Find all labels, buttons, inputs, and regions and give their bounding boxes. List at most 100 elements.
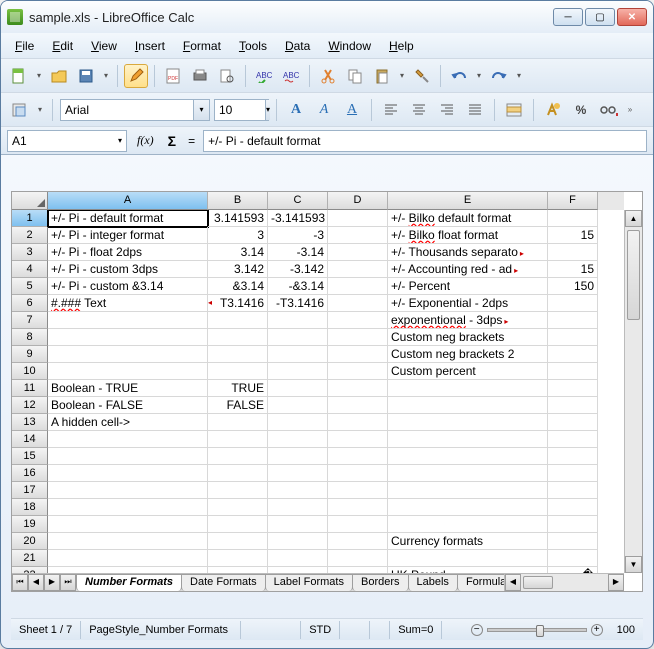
cell-F1[interactable] bbox=[548, 210, 598, 227]
chevron-down-icon[interactable]: ▾ bbox=[193, 100, 209, 120]
minimize-button[interactable]: ─ bbox=[553, 8, 583, 26]
cell-F11[interactable] bbox=[548, 380, 598, 397]
new-doc-icon[interactable] bbox=[7, 64, 31, 88]
cell-A12[interactable]: Boolean - FALSE bbox=[48, 397, 208, 414]
cell-B6[interactable]: ◂T3.1416 bbox=[208, 295, 268, 312]
cell-A13[interactable]: A hidden cell-> bbox=[48, 414, 208, 431]
cell-E13[interactable] bbox=[388, 414, 548, 431]
cell-D2[interactable] bbox=[328, 227, 388, 244]
cell-B16[interactable] bbox=[208, 465, 268, 482]
cell-B11[interactable]: TRUE bbox=[208, 380, 268, 397]
menu-tools[interactable]: Tools bbox=[231, 36, 275, 56]
sum-icon[interactable]: Σ bbox=[164, 133, 180, 149]
cell-F21[interactable] bbox=[548, 550, 598, 567]
cell-B17[interactable] bbox=[208, 482, 268, 499]
percent-icon[interactable]: % bbox=[569, 98, 593, 122]
cell-A21[interactable] bbox=[48, 550, 208, 567]
row-header[interactable]: 17 bbox=[12, 482, 48, 499]
cell-F3[interactable] bbox=[548, 244, 598, 261]
paste-icon[interactable] bbox=[370, 64, 394, 88]
cell-A10[interactable] bbox=[48, 363, 208, 380]
cell-C6[interactable]: -T3.1416 bbox=[268, 295, 328, 312]
cell-D8[interactable] bbox=[328, 329, 388, 346]
cell-F9[interactable] bbox=[548, 346, 598, 363]
close-button[interactable]: ✕ bbox=[617, 8, 647, 26]
cell-E11[interactable] bbox=[388, 380, 548, 397]
titlebar[interactable]: sample.xls - LibreOffice Calc ─ ▢ ✕ bbox=[1, 1, 653, 33]
zoom-value[interactable]: 100 bbox=[609, 621, 643, 639]
align-justify-icon[interactable] bbox=[463, 98, 487, 122]
cell-C15[interactable] bbox=[268, 448, 328, 465]
scroll-thumb[interactable] bbox=[523, 576, 553, 589]
cell-C7[interactable] bbox=[268, 312, 328, 329]
save-dropdown[interactable]: ▾ bbox=[101, 64, 111, 88]
row-header[interactable]: 15 bbox=[12, 448, 48, 465]
cell-C1[interactable]: -3.141593 bbox=[268, 210, 328, 227]
row-header[interactable]: 21 bbox=[12, 550, 48, 567]
cell-A4[interactable]: +/- Pi - custom 3dps bbox=[48, 261, 208, 278]
col-header-A[interactable]: A bbox=[48, 192, 208, 210]
cell-E19[interactable] bbox=[388, 516, 548, 533]
cell-E7[interactable]: exponentional - 3dps bbox=[388, 312, 548, 329]
spreadsheet-grid[interactable]: ABCDEF 1+/- Pi - default format3.141593-… bbox=[11, 191, 643, 592]
cell-D10[interactable] bbox=[328, 363, 388, 380]
cell-A15[interactable] bbox=[48, 448, 208, 465]
cell-A3[interactable]: +/- Pi - float 2dps bbox=[48, 244, 208, 261]
cell-D16[interactable] bbox=[328, 465, 388, 482]
scroll-right-icon[interactable]: ▶ bbox=[608, 574, 624, 591]
cell-A11[interactable]: Boolean - TRUE bbox=[48, 380, 208, 397]
cell-F5[interactable]: 150 bbox=[548, 278, 598, 295]
cell-C21[interactable] bbox=[268, 550, 328, 567]
tab-next-icon[interactable]: ▶ bbox=[44, 574, 60, 591]
menu-edit[interactable]: Edit bbox=[44, 36, 81, 56]
cell-D7[interactable] bbox=[328, 312, 388, 329]
signature-icon[interactable] bbox=[370, 621, 390, 639]
menu-file[interactable]: File bbox=[7, 36, 42, 56]
cell-C9[interactable] bbox=[268, 346, 328, 363]
cell-D5[interactable] bbox=[328, 278, 388, 295]
cell-D14[interactable] bbox=[328, 431, 388, 448]
row-header[interactable]: 16 bbox=[12, 465, 48, 482]
cell-E16[interactable] bbox=[388, 465, 548, 482]
cell-C3[interactable]: -3.14 bbox=[268, 244, 328, 261]
align-center-icon[interactable] bbox=[407, 98, 431, 122]
sum-indicator[interactable]: Sum=0 bbox=[390, 621, 442, 639]
select-all-corner[interactable] bbox=[12, 192, 48, 210]
col-header-B[interactable]: B bbox=[208, 192, 268, 210]
print-preview-icon[interactable] bbox=[215, 64, 239, 88]
cell-F13[interactable] bbox=[548, 414, 598, 431]
cell-E18[interactable] bbox=[388, 499, 548, 516]
cell-A20[interactable] bbox=[48, 533, 208, 550]
copy-icon[interactable] bbox=[343, 64, 367, 88]
underline-icon[interactable]: A bbox=[340, 98, 364, 122]
row-header[interactable]: 13 bbox=[12, 414, 48, 431]
cell-F4[interactable]: 15 bbox=[548, 261, 598, 278]
edit-icon[interactable] bbox=[124, 64, 148, 88]
row-header[interactable]: 14 bbox=[12, 431, 48, 448]
cell-C10[interactable] bbox=[268, 363, 328, 380]
cell-C18[interactable] bbox=[268, 499, 328, 516]
chevron-down-icon[interactable]: ▾ bbox=[265, 100, 270, 120]
cell-E9[interactable]: Custom neg brackets 2 bbox=[388, 346, 548, 363]
cell-E20[interactable]: Currency formats bbox=[388, 533, 548, 550]
scroll-up-icon[interactable]: ▲ bbox=[625, 210, 642, 227]
styles-dropdown[interactable]: ▾ bbox=[35, 98, 45, 122]
cell-A1[interactable]: +/- Pi - default format bbox=[48, 210, 208, 227]
cell-C8[interactable] bbox=[268, 329, 328, 346]
maximize-button[interactable]: ▢ bbox=[585, 8, 615, 26]
cell-F8[interactable] bbox=[548, 329, 598, 346]
spellcheck-icon[interactable]: ABC bbox=[252, 64, 276, 88]
cell-D20[interactable] bbox=[328, 533, 388, 550]
cell-B9[interactable] bbox=[208, 346, 268, 363]
cell-B4[interactable]: 3.142 bbox=[208, 261, 268, 278]
cell-F12[interactable] bbox=[548, 397, 598, 414]
cell-F2[interactable]: 15 bbox=[548, 227, 598, 244]
cell-E4[interactable]: +/- Accounting red - ad bbox=[388, 261, 548, 278]
scroll-left-icon[interactable]: ◀ bbox=[505, 574, 521, 591]
cell-C14[interactable] bbox=[268, 431, 328, 448]
zoom-in-icon[interactable]: + bbox=[591, 624, 603, 636]
cell-F17[interactable] bbox=[548, 482, 598, 499]
slider-track[interactable] bbox=[487, 628, 587, 632]
redo-dropdown[interactable]: ▾ bbox=[514, 64, 524, 88]
row-header[interactable]: 8 bbox=[12, 329, 48, 346]
